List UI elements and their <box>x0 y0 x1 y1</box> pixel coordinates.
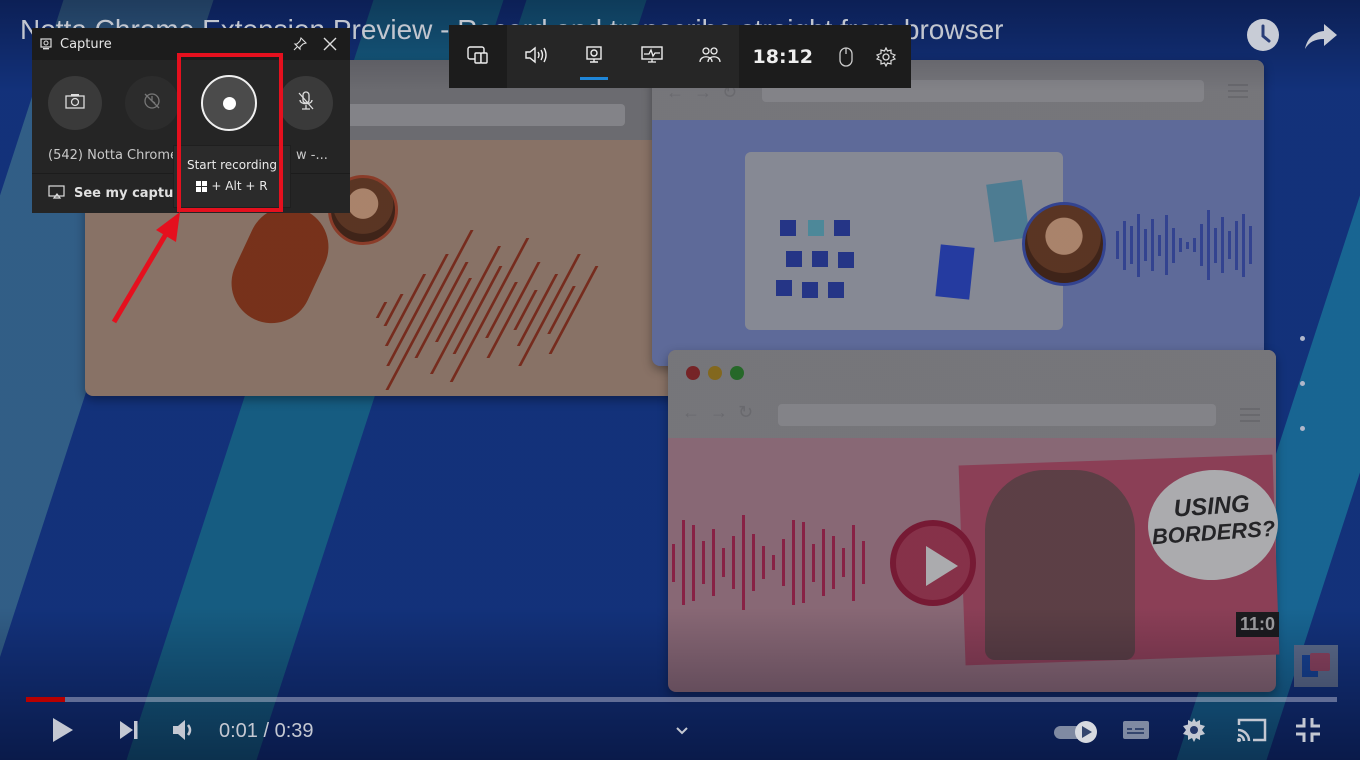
record-last-30s-button[interactable] <box>125 76 179 130</box>
time-separator: / <box>257 720 275 742</box>
chapter-chevron[interactable] <box>672 713 692 751</box>
capture-icon <box>585 45 603 69</box>
video-progress-fill <box>26 697 66 702</box>
watch-later-icon[interactable] <box>1246 18 1280 52</box>
video-time-display: 0:01 / 0:39 <box>219 720 314 743</box>
screenshot-button[interactable] <box>48 76 102 130</box>
widget-menu-icon <box>466 45 490 69</box>
current-time: 0:01 <box>219 720 258 742</box>
exit-fullscreen-button[interactable] <box>1292 713 1324 751</box>
settings-icon <box>1181 717 1207 748</box>
autoplay-toggle-icon <box>1054 721 1097 743</box>
camera-icon <box>65 93 85 113</box>
annotation-arrow-icon <box>111 212 180 324</box>
capture-source-label: (542) Notta Chrome <box>48 148 179 163</box>
gamebar-widget-menu[interactable] <box>449 25 507 88</box>
social-icon <box>698 45 721 69</box>
tooltip-shortcut: + Alt + R <box>211 179 268 193</box>
mic-toggle-button[interactable] <box>279 76 333 130</box>
exit-fullscreen-icon <box>1295 717 1321 748</box>
start-recording-button[interactable] <box>201 75 257 131</box>
capture-widget-icon <box>40 35 52 54</box>
record-last-icon <box>142 91 162 115</box>
play-icon <box>51 717 75 748</box>
performance-icon <box>640 45 663 69</box>
capture-source-label-tail: w -... <box>296 148 328 163</box>
game-bar-toolbar: 18:12 <box>449 25 912 88</box>
autoplay-toggle[interactable] <box>1052 713 1100 751</box>
duration: 0:39 <box>274 720 314 742</box>
capture-widget-header[interactable]: Capture <box>32 28 350 60</box>
gallery-icon <box>48 184 66 204</box>
mouse-icon[interactable] <box>831 37 861 77</box>
windows-key-icon <box>196 180 208 192</box>
settings-button[interactable] <box>1178 713 1210 751</box>
see-my-captures-label: See my capture <box>74 186 189 201</box>
record-icon <box>222 96 236 110</box>
tooltip-title: Start recording <box>186 158 278 172</box>
chevron-down-icon <box>675 723 689 741</box>
play-button[interactable] <box>46 713 80 751</box>
gamebar-social[interactable] <box>681 25 739 88</box>
speaker-icon <box>524 45 548 69</box>
close-icon[interactable] <box>318 32 342 56</box>
mic-off-icon <box>297 91 315 115</box>
start-recording-tooltip: Start recording + Alt + R <box>173 145 291 208</box>
pin-icon[interactable] <box>288 32 312 56</box>
gamebar-capture[interactable] <box>565 25 623 88</box>
gamebar-performance[interactable] <box>623 25 681 88</box>
video-progress-bar[interactable] <box>26 697 1337 702</box>
subtitles-button[interactable] <box>1120 713 1152 751</box>
next-icon <box>118 720 140 745</box>
next-button[interactable] <box>114 713 144 751</box>
cast-button[interactable] <box>1234 713 1270 751</box>
subtitles-icon <box>1122 720 1150 745</box>
share-icon[interactable] <box>1304 18 1338 52</box>
volume-icon <box>172 719 198 746</box>
gamebar-audio[interactable] <box>507 25 565 88</box>
gamebar-clock: 18:12 <box>752 45 814 68</box>
cast-icon <box>1236 717 1268 748</box>
volume-button[interactable] <box>170 713 200 751</box>
gear-icon[interactable] <box>871 37 901 77</box>
capture-widget-title: Capture <box>60 36 112 52</box>
